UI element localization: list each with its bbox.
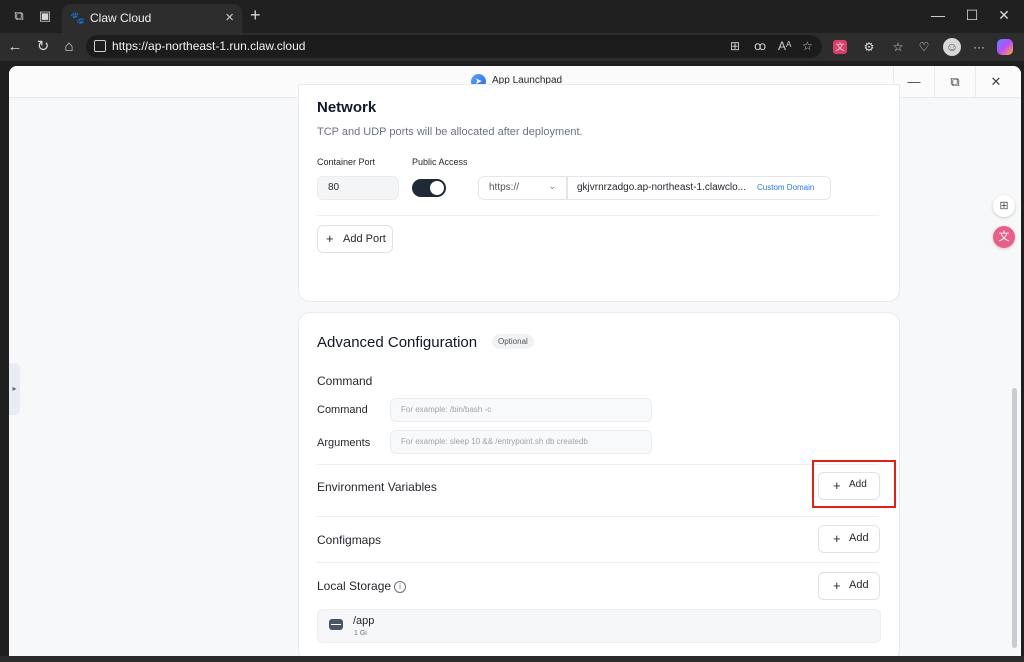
toggle-knob (430, 181, 444, 195)
window-bottom-edge (0, 656, 1024, 662)
custom-domain-link[interactable]: Custom Domain (757, 183, 814, 192)
favorites-icon[interactable]: ☆ (889, 38, 907, 56)
domain-field[interactable]: gkjvrnrzadgo.ap-northeast-1.clawclo... C… (567, 176, 831, 200)
advanced-config-card: Advanced Configuration Optional Command … (298, 312, 900, 656)
add-configmap-button[interactable]: + Add (818, 525, 880, 553)
command-label: Command (317, 404, 368, 416)
sidebar-toggle-icon[interactable]: ▸ (9, 363, 20, 415)
container-port-value: 80 (328, 182, 340, 193)
tab-actions-icon[interactable]: ▣ (38, 9, 52, 23)
command-section-title: Command (317, 374, 373, 388)
favorite-icon[interactable]: ☆ (802, 39, 813, 53)
plus-icon: + (833, 578, 841, 593)
hard-drive-icon (329, 619, 343, 630)
network-card: Network TCP and UDP ports will be alloca… (298, 84, 900, 302)
configmaps-title: Configmaps (317, 533, 382, 547)
arguments-label: Arguments (317, 437, 371, 449)
divider (317, 215, 879, 216)
plus-icon: + (833, 531, 841, 546)
command-placeholder: For example: /bin/bash -c (401, 405, 492, 414)
scrollbar[interactable] (1012, 388, 1017, 648)
public-access-label: Public Access (412, 157, 468, 167)
float-translate-icon[interactable]: 文 (993, 226, 1015, 248)
minimize-window-icon[interactable]: — (928, 7, 948, 23)
plus-icon: + (326, 231, 334, 246)
advanced-title: Advanced Configuration (317, 334, 478, 351)
more-icon[interactable]: ··· (970, 38, 988, 56)
arguments-input[interactable]: For example: sleep 10 && /entrypoint.sh … (390, 430, 652, 454)
protocol-value: https:// (489, 182, 520, 193)
protocol-select[interactable]: https:// ⌄ (478, 176, 567, 200)
divider (317, 516, 879, 517)
close-tab-icon[interactable]: × (225, 9, 234, 26)
local-storage-label: Local Storage (317, 579, 392, 593)
tab-title: Claw Cloud (90, 11, 152, 25)
text-icon[interactable]: Aᴬ (778, 39, 791, 53)
optional-badge: Optional (492, 334, 534, 349)
refresh-icon[interactable]: ↻ (34, 38, 52, 56)
command-input[interactable]: For example: /bin/bash -c (390, 398, 652, 422)
container-port-input[interactable]: 80 (317, 176, 399, 200)
back-icon[interactable]: ← (6, 38, 24, 56)
extensions-icon[interactable]: ⚙ (860, 38, 878, 56)
env-vars-title: Environment Variables (317, 480, 437, 494)
public-access-toggle[interactable] (412, 179, 446, 197)
app-close-button[interactable]: ✕ (975, 66, 1016, 97)
network-title: Network (317, 99, 377, 116)
profile-avatar[interactable]: ☺ (943, 38, 961, 56)
lock-icon[interactable] (94, 40, 106, 52)
chevron-down-icon: ⌄ (548, 181, 556, 191)
translate-icon[interactable]: 文 (833, 40, 847, 54)
maximize-window-icon[interactable]: ☐ (962, 7, 982, 24)
storage-path: /app (353, 615, 375, 627)
apps-icon[interactable]: ⊞ (730, 39, 740, 53)
url-text[interactable]: https://ap-northeast-1.run.claw.cloud (112, 39, 305, 53)
app-restore-button[interactable]: ⧉ (934, 66, 975, 97)
float-apps-icon[interactable]: ⊞ (993, 195, 1015, 217)
divider (317, 464, 879, 465)
browser-tab[interactable]: 🐾 Claw Cloud × (62, 4, 242, 33)
address-toolbar: ← ↻ ⌂ https://ap-northeast-1.run.claw.cl… (0, 33, 1024, 61)
add-label: Add (849, 532, 869, 544)
container-port-label: Container Port (317, 157, 376, 167)
add-port-label: Add Port (343, 233, 386, 245)
arguments-placeholder: For example: sleep 10 && /entrypoint.sh … (401, 437, 588, 446)
domain-value: gkjvrnrzadgo.ap-northeast-1.clawclo... (577, 182, 746, 193)
storage-item[interactable]: /app 1 Gi (317, 609, 881, 643)
workspaces-icon[interactable]: ⧉ (12, 9, 26, 23)
highlight-box (812, 460, 896, 508)
info-icon[interactable]: i (394, 581, 407, 593)
app-window: ➤ App Launchpad — ⧉ ✕ ▸ ⊞ 文 Network TCP … (9, 66, 1021, 656)
network-subtitle: TCP and UDP ports will be allocated afte… (317, 126, 583, 138)
add-port-button[interactable]: + Add Port (317, 225, 393, 253)
new-tab-icon[interactable]: + (250, 5, 261, 26)
paw-favicon: 🐾 (70, 11, 85, 25)
close-window-icon[interactable]: ✕ (994, 7, 1014, 24)
browser-titlebar: ⧉ ▣ 🐾 Claw Cloud × + — ☐ ✕ (0, 0, 1024, 33)
url-bar[interactable]: https://ap-northeast-1.run.claw.cloud ⊞ … (86, 35, 822, 58)
read-aloud-icon[interactable]: ꝏ (754, 39, 766, 53)
divider (317, 562, 879, 563)
app-content: ▸ ⊞ 文 Network TCP and UDP ports will be … (9, 84, 1021, 656)
local-storage-title: Local Storage i (317, 579, 407, 593)
storage-size: 1 Gi (354, 630, 367, 637)
browser-essentials-icon[interactable]: ♡ (915, 38, 933, 56)
add-label: Add (849, 579, 869, 591)
add-storage-button[interactable]: + Add (818, 572, 880, 600)
copilot-icon[interactable] (997, 39, 1013, 55)
home-icon[interactable]: ⌂ (60, 38, 78, 56)
